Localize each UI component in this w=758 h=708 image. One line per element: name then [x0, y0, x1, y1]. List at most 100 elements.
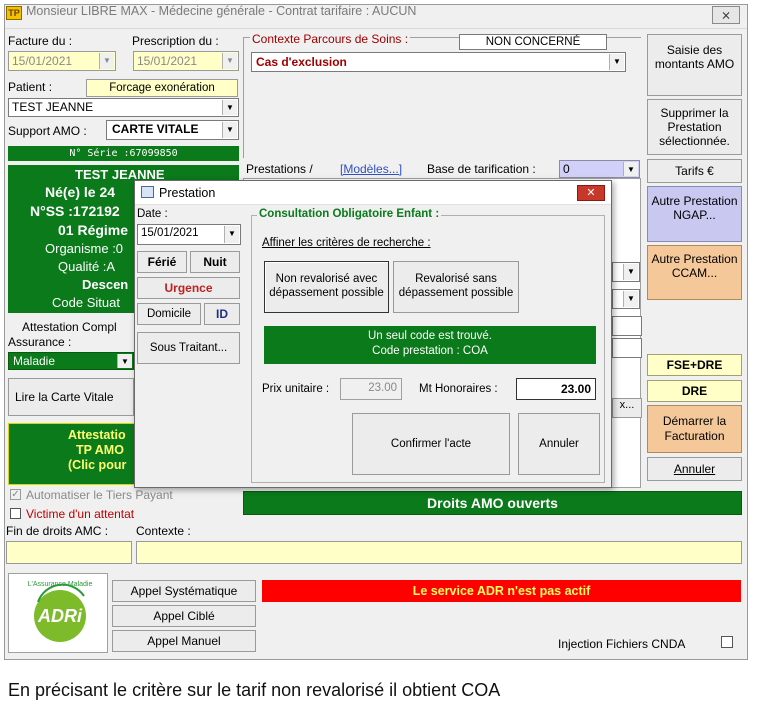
patient-value: TEST JEANNE [12, 100, 94, 114]
date-value: 15/01/2021 [141, 227, 199, 239]
card-line-birth: Né(e) le 24 [45, 184, 116, 200]
patient-label: Patient : [8, 80, 53, 94]
window-title: Monsieur LIBRE MAX - Médecine générale -… [26, 4, 417, 18]
patient-select[interactable]: TEST JEANNE ▼ [8, 98, 239, 117]
chevron-down-icon[interactable]: ▼ [224, 226, 239, 243]
card-line-organisme: Organisme :0 [45, 241, 124, 256]
hidden-combo-1[interactable]: ▼ [612, 262, 640, 282]
non-revalorise-button[interactable]: Non revalorisé avec dépassement possible [264, 261, 389, 313]
sous-traitant-button[interactable]: Sous Traitant... [137, 332, 240, 364]
prescription-label: Prescription du : [132, 34, 219, 48]
logo-text: ADRi [37, 606, 83, 626]
chevron-down-icon[interactable]: ▼ [222, 53, 237, 69]
dialog-title: Prestation [159, 186, 216, 200]
result-panel: Un seul code est trouvé. Code prestation… [264, 326, 596, 364]
dre-button[interactable]: DRE [647, 380, 742, 402]
parcours-value[interactable]: NON CONCERNÉ [459, 34, 607, 50]
dialog-annuler-button[interactable]: Annuler [518, 413, 600, 475]
droits-amo-banner: Droits AMO ouverts [243, 491, 742, 515]
app-logo-icon: TP [6, 6, 22, 20]
support-amo-label: Support AMO : [8, 124, 87, 138]
autre-prestation-ngap-button[interactable]: Autre Prestation NGAP... [647, 186, 742, 242]
chevron-down-icon[interactable]: ▼ [609, 54, 624, 70]
mt-honoraires-field[interactable]: 23.00 [516, 378, 596, 400]
dialog-close-button[interactable]: ✕ [577, 185, 605, 201]
confirmer-acte-button[interactable]: Confirmer l'acte [352, 413, 510, 475]
prescription-date-field[interactable]: 15/01/2021 ▼ [133, 51, 239, 71]
chevron-down-icon[interactable]: ▼ [623, 291, 638, 307]
card-line-descen: Descen [82, 277, 129, 292]
fin-droits-field[interactable] [6, 541, 132, 564]
automatiser-label: Automatiser le Tiers Payant [26, 488, 173, 502]
annuler-main-button[interactable]: Annuler [647, 457, 742, 481]
attestation-label: Attestation Compl [22, 320, 117, 334]
group-title: Consultation Obligatoire Enfant : [257, 208, 442, 220]
appel-cible-button[interactable]: Appel Ciblé [112, 605, 256, 627]
window-icon [141, 186, 154, 198]
appel-manuel-button[interactable]: Appel Manuel [112, 630, 256, 652]
prix-unitaire-label: Prix unitaire : [262, 383, 330, 395]
chevron-down-icon[interactable]: ▼ [623, 264, 638, 280]
demarrer-facturation-button[interactable]: Démarrer la Facturation [647, 405, 742, 453]
base-tarification-label: Base de tarification : [427, 162, 536, 176]
victime-checkbox[interactable] [10, 508, 21, 519]
chevron-down-icon[interactable]: ▼ [222, 100, 237, 115]
id-button[interactable]: ID [204, 303, 240, 325]
result-line-1: Un seul code est trouvé. [367, 330, 492, 342]
facture-label: Facture du : [8, 34, 73, 48]
parcours-label: Contexte Parcours de Soins : [250, 32, 411, 46]
hidden-field-2[interactable] [612, 338, 642, 358]
revalorise-button[interactable]: Revalorisé sans dépassement possible [393, 261, 519, 313]
chevron-down-icon[interactable]: ▼ [99, 53, 114, 69]
mt-honoraires-label: Mt Honoraires : [419, 383, 498, 395]
ferie-button[interactable]: Férié [137, 251, 187, 273]
fin-droits-label: Fin de droits AMC : [6, 524, 109, 538]
facture-date-value: 15/01/2021 [12, 54, 73, 68]
attestation-line-3: (Clic pour [68, 458, 127, 472]
exclusion-select[interactable]: Cas d'exclusion ▼ [251, 52, 626, 72]
facture-date-field[interactable]: 15/01/2021 ▼ [8, 51, 116, 71]
nuit-button[interactable]: Nuit [190, 251, 240, 273]
chevron-down-icon[interactable]: ▼ [222, 122, 237, 138]
modeles-link[interactable]: [Modèles...] [340, 162, 402, 176]
supprimer-prestation-button[interactable]: Supprimer la Prestation sélectionnée. [647, 99, 742, 155]
adr-status-banner: Le service ADR n'est pas actif [262, 580, 741, 602]
victime-label: Victime d'un attentat [26, 507, 135, 521]
date-label: Date : [137, 208, 168, 220]
fse-dre-button[interactable]: FSE+DRE [647, 354, 742, 376]
card-line-nss: N°SS :172192 [30, 203, 120, 219]
prix-unitaire-field[interactable]: 23.00 [340, 378, 402, 400]
serie-number: N° Série :67099850 [8, 146, 239, 161]
tarifs-button[interactable]: Tarifs € [647, 159, 742, 183]
contexte-field[interactable] [136, 541, 742, 564]
assurance-label: Assurance : [8, 335, 72, 349]
date-picker[interactable]: 15/01/2021 ▼ [137, 224, 241, 245]
support-amo-select[interactable]: CARTE VITALE ▼ [106, 120, 239, 140]
autre-prestation-ccam-button[interactable]: Autre Prestation CCAM... [647, 245, 742, 300]
hidden-field-1[interactable] [612, 316, 642, 336]
hidden-ellipsis-button[interactable]: x... [612, 398, 642, 418]
saisie-montants-button[interactable]: Saisie des montants AMO [647, 34, 742, 96]
caption-text: En précisant le critère sur le tarif non… [8, 680, 501, 700]
base-tarification-value: 0 [563, 162, 570, 176]
lire-carte-vitale-button[interactable]: Lire la Carte Vitale [8, 378, 134, 416]
assurance-select[interactable]: Maladie ▼ [8, 352, 134, 370]
prestations-label: Prestations / [246, 162, 313, 176]
urgence-button[interactable]: Urgence [137, 277, 240, 299]
assurance-value: Maladie [13, 354, 56, 368]
domicile-button[interactable]: Domicile [137, 303, 201, 325]
appel-systematique-button[interactable]: Appel Systématique [112, 580, 256, 602]
injection-cnda-checkbox[interactable] [721, 636, 733, 648]
hidden-combo-2[interactable]: ▼ [612, 289, 640, 309]
parcours-group-border [243, 38, 244, 158]
automatiser-checkbox[interactable]: ✓ [10, 489, 21, 500]
close-button[interactable]: ⨯ [712, 6, 740, 24]
chevron-down-icon[interactable]: ▼ [623, 162, 638, 176]
chevron-down-icon[interactable]: ▼ [117, 354, 132, 368]
card-line-regime: 01 Régime [58, 222, 129, 238]
exclusion-value: Cas d'exclusion [256, 55, 347, 69]
base-tarification-select[interactable]: 0 ▼ [559, 160, 640, 178]
logo-arc-text: L'Assurance Maladie [28, 581, 93, 588]
forcage-exoneration-button[interactable]: Forcage exonération [86, 79, 238, 97]
card-line-qualite: Qualité :A [58, 259, 116, 274]
